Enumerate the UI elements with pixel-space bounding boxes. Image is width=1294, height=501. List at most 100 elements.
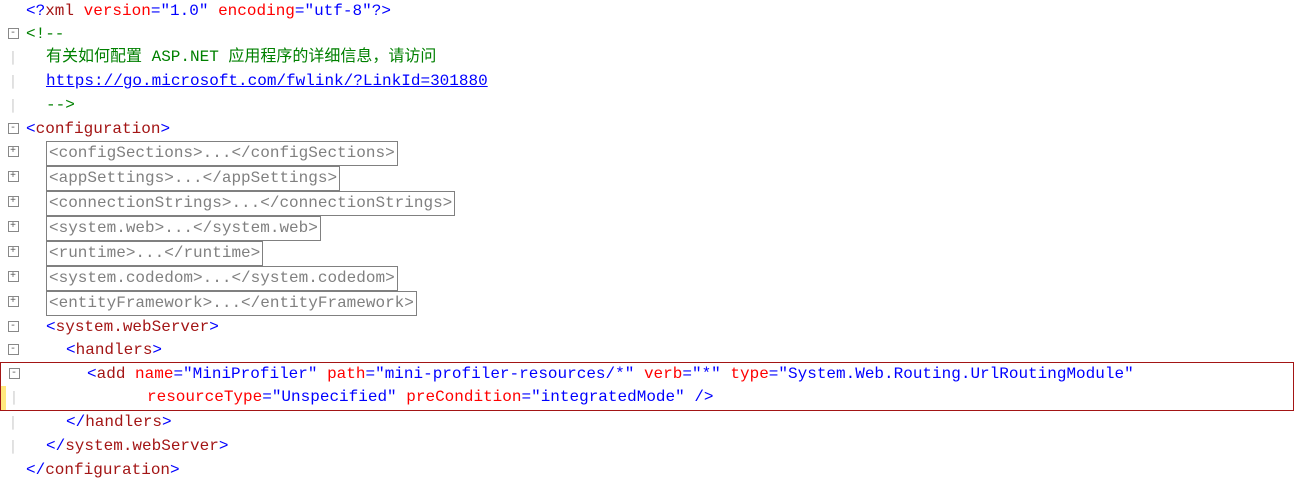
code-line[interactable]: <?xml version="1.0" encoding="utf-8"?>: [0, 0, 1294, 23]
code-line[interactable]: │ 有关如何配置 ASP.NET 应用程序的详细信息，请访问: [0, 46, 1294, 70]
xml-bracket: >: [219, 437, 229, 455]
code-line[interactable]: - <add name="MiniProfiler" path="mini-pr…: [1, 363, 1293, 386]
collapsed-node[interactable]: <runtime>...</runtime>: [46, 241, 263, 266]
fold-gutter[interactable]: +: [0, 291, 26, 314]
fold-gutter[interactable]: +: [0, 216, 26, 239]
code-line[interactable]: - <!--: [0, 23, 1294, 46]
code-line[interactable]: + <configSections>...</configSections>: [0, 141, 1294, 166]
xml-bracket: </: [26, 461, 45, 479]
code-editor[interactable]: <?xml version="1.0" encoding="utf-8"?> -…: [0, 0, 1294, 482]
collapsed-node[interactable]: <appSettings>...</appSettings>: [46, 166, 340, 191]
xml-tag: system.webServer: [65, 437, 219, 455]
code-line[interactable]: │ -->: [0, 94, 1294, 118]
code-line[interactable]: + <system.web>...</system.web>: [0, 216, 1294, 241]
code-line[interactable]: + <entityFramework>...</entityFramework>: [0, 291, 1294, 316]
code-line[interactable]: │ </system.webServer>: [0, 435, 1294, 459]
fold-gutter[interactable]: -: [1, 363, 27, 386]
comment-link[interactable]: https://go.microsoft.com/fwlink/?LinkId=…: [46, 72, 488, 90]
fold-plus-icon[interactable]: +: [8, 271, 19, 282]
attr-value: "integratedMode": [531, 388, 685, 406]
gutter-cell: │: [0, 70, 26, 94]
tree-bar-icon: │: [9, 387, 20, 410]
fold-plus-icon[interactable]: +: [8, 171, 19, 182]
code-line[interactable]: - <system.webServer>: [0, 316, 1294, 339]
collapsed-node[interactable]: <system.web>...</system.web>: [46, 216, 321, 241]
collapsed-node[interactable]: <entityFramework>...</entityFramework>: [46, 291, 417, 316]
code-line[interactable]: + <system.codedom>...</system.codedom>: [0, 266, 1294, 291]
attr-value: "MiniProfiler": [183, 365, 317, 383]
fold-plus-icon[interactable]: +: [8, 221, 19, 232]
xml-bracket: >: [209, 318, 219, 336]
fold-plus-icon[interactable]: +: [8, 196, 19, 207]
collapsed-node[interactable]: <configSections>...</configSections>: [46, 141, 398, 166]
xml-attr: encoding: [218, 2, 295, 20]
fold-plus-icon[interactable]: +: [8, 296, 19, 307]
comment-close: -->: [46, 96, 75, 114]
xml-bracket: >: [152, 341, 162, 359]
fold-gutter[interactable]: -: [0, 118, 26, 141]
fold-minus-icon[interactable]: -: [9, 368, 20, 379]
code-line[interactable]: + <runtime>...</runtime>: [0, 241, 1294, 266]
fold-gutter[interactable]: +: [0, 191, 26, 214]
comment-text: 有关如何配置 ASP.NET 应用程序的详细信息，请访问: [46, 48, 436, 66]
fold-gutter[interactable]: +: [0, 141, 26, 164]
xml-val: "utf-8": [305, 2, 372, 20]
fold-minus-icon[interactable]: -: [8, 28, 19, 39]
tree-bar-icon: │: [8, 71, 19, 94]
code-line[interactable]: │ https://go.microsoft.com/fwlink/?LinkI…: [0, 70, 1294, 94]
tree-bar-icon: │: [8, 95, 19, 118]
fold-plus-icon[interactable]: +: [8, 246, 19, 257]
attr-resource-type: resourceType: [147, 388, 262, 406]
tree-bar-icon: │: [8, 412, 19, 435]
gutter-cell: │: [0, 94, 26, 118]
code-line[interactable]: + <appSettings>...</appSettings>: [0, 166, 1294, 191]
xml-bracket: >: [162, 413, 172, 431]
gutter-cell: [0, 459, 26, 482]
collapsed-node[interactable]: <system.codedom>...</system.codedom>: [46, 266, 398, 291]
fold-minus-icon[interactable]: -: [8, 321, 19, 332]
code-line[interactable]: - <configuration>: [0, 118, 1294, 141]
code-line[interactable]: │ </handlers>: [0, 411, 1294, 435]
xml-eq: =: [295, 2, 305, 20]
attr-verb: verb: [644, 365, 682, 383]
fold-gutter[interactable]: -: [0, 23, 26, 46]
xml-val: "1.0": [160, 2, 208, 20]
fold-minus-icon[interactable]: -: [8, 344, 19, 355]
xml-tag: handlers: [76, 341, 153, 359]
code-line[interactable]: - <handlers>: [0, 339, 1294, 362]
fold-gutter[interactable]: +: [0, 266, 26, 289]
attr-value: "*": [692, 365, 721, 383]
xml-eq: =: [151, 2, 161, 20]
attr-name: name: [135, 365, 173, 383]
fold-gutter[interactable]: -: [0, 339, 26, 362]
xml-bracket: </: [46, 437, 65, 455]
xml-tag: system.webServer: [56, 318, 210, 336]
highlighted-block: - <add name="MiniProfiler" path="mini-pr…: [0, 362, 1294, 411]
xml-bracket: <?: [26, 2, 45, 20]
attr-precondition: preCondition: [406, 388, 521, 406]
code-line[interactable]: + <connectionStrings>...</connectionStri…: [0, 191, 1294, 216]
fold-plus-icon[interactable]: +: [8, 146, 19, 157]
fold-minus-icon[interactable]: -: [8, 123, 19, 134]
xml-bracket: />: [685, 388, 714, 406]
collapsed-node[interactable]: <connectionStrings>...</connectionString…: [46, 191, 455, 216]
code-line[interactable]: │ resourceType="Unspecified" preConditio…: [1, 386, 1293, 410]
xml-tag: configuration: [45, 461, 170, 479]
gutter-cell: │: [1, 386, 27, 410]
attr-value: "Unspecified": [272, 388, 397, 406]
fold-gutter[interactable]: -: [0, 316, 26, 339]
xml-attr: version: [84, 2, 151, 20]
xml-tag-add: add: [97, 365, 126, 383]
fold-gutter[interactable]: +: [0, 166, 26, 189]
xml-bracket: <: [87, 365, 97, 383]
attr-path: path: [327, 365, 365, 383]
xml-tag: configuration: [36, 120, 161, 138]
xml-bracket: ?>: [372, 2, 391, 20]
gutter-cell: │: [0, 46, 26, 70]
tree-bar-icon: │: [8, 436, 19, 459]
code-line[interactable]: </configuration>: [0, 459, 1294, 482]
fold-gutter[interactable]: +: [0, 241, 26, 264]
xml-bracket: <: [66, 341, 76, 359]
attr-value: "mini-profiler-resources/*": [375, 365, 634, 383]
attr-type: type: [730, 365, 768, 383]
